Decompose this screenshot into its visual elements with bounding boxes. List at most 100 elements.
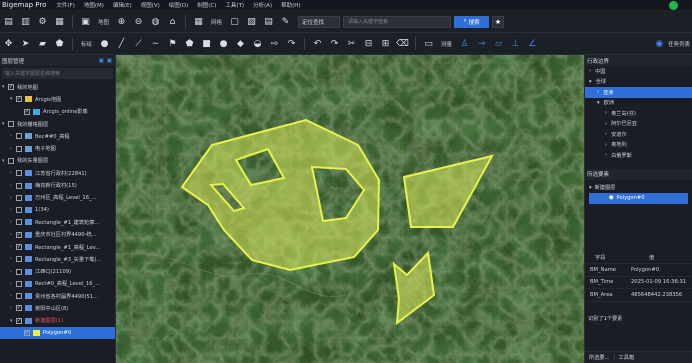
panel-pin-icon[interactable]: ▣ xyxy=(99,58,104,64)
curved-arrow-icon[interactable]: ↷ xyxy=(286,38,297,49)
region-item[interactable]: › 阿尔巴尼亚 xyxy=(585,119,692,130)
layer-checkbox[interactable]: ✓ xyxy=(16,244,22,250)
line-icon[interactable]: ╱ xyxy=(116,38,127,49)
layer-item[interactable]: › 万州区_高程_Level_16_... xyxy=(0,192,115,204)
delete-icon[interactable]: ⌫ xyxy=(396,38,409,49)
feature-layer-row[interactable]: ▾ 新建图层 xyxy=(585,183,692,194)
layer-checkbox[interactable] xyxy=(8,157,14,164)
layer-checkbox[interactable] xyxy=(16,170,22,177)
chevron-right-icon[interactable]: › xyxy=(605,142,607,148)
map-view[interactable] xyxy=(116,55,584,363)
select-icon[interactable]: ▰ xyxy=(37,38,48,49)
layer-checkbox[interactable] xyxy=(16,145,22,152)
layer-checkbox[interactable] xyxy=(16,256,22,263)
menu-analysis[interactable]: 分析(A) xyxy=(253,1,272,9)
height-icon[interactable]: ⊥ xyxy=(510,38,521,49)
polyline-icon[interactable]: ⟋ xyxy=(133,38,144,49)
marker-icon[interactable]: ● xyxy=(99,38,110,49)
region-item[interactable]: ▾ 欧洲 xyxy=(585,98,692,109)
layers-icon[interactable]: ▣ xyxy=(80,16,91,27)
layer-item[interactable]: ▾ 我的矢量图层 xyxy=(0,155,115,167)
menu-edit[interactable]: 编辑(E) xyxy=(113,1,132,9)
locate-select[interactable]: 定位查找 xyxy=(298,15,341,28)
chevron-right-icon[interactable]: › xyxy=(597,89,599,95)
flag-icon[interactable]: ⚑ xyxy=(167,38,178,49)
status-dot-icon[interactable] xyxy=(669,1,678,10)
undo-icon[interactable]: ↶ xyxy=(312,38,323,49)
feature-row[interactable]: ⬟ Polygon#0 xyxy=(589,193,688,204)
expand-icon[interactable]: ▾ xyxy=(597,100,600,106)
circle-icon[interactable]: ● xyxy=(218,38,229,49)
brush-icon[interactable]: ✎ xyxy=(280,16,291,27)
cut-icon[interactable]: ✂ xyxy=(346,38,357,49)
rectangle-icon[interactable]: ■ xyxy=(201,38,212,49)
favorite-star-icon[interactable]: ★ xyxy=(492,15,505,28)
layer-item[interactable]: ▾ ✓ Arcgis地图 xyxy=(0,93,115,105)
layer-item[interactable]: ▾ ✓ 新建图层(1) xyxy=(0,315,115,327)
search-input[interactable]: 请输入关键字检索 xyxy=(343,15,452,28)
zoom-in-icon[interactable]: ⊕ xyxy=(116,16,127,27)
chevron-right-icon[interactable]: › xyxy=(589,68,591,74)
layer-item[interactable]: › ✓ 荥阳中山区(8) xyxy=(0,302,115,314)
polygon-icon[interactable]: ⬟ xyxy=(184,38,195,49)
measure-tool-icon[interactable]: ▭ xyxy=(423,38,434,49)
layer-search-input[interactable]: 输入关键字图层名称搜索 xyxy=(2,68,113,79)
layer-checkbox[interactable] xyxy=(16,280,22,287)
home-icon[interactable]: ⌂ xyxy=(167,16,178,27)
search-button[interactable]: ⌕ 搜索 xyxy=(454,15,490,28)
layer-checkbox[interactable]: ✓ xyxy=(16,96,22,103)
region-item[interactable]: ▾ 全球 xyxy=(585,77,692,88)
region-item[interactable]: › 中国 xyxy=(585,66,692,77)
layer-item[interactable]: › 江苏省行政村(22841) xyxy=(0,167,115,179)
attr-value[interactable]: 485648442.238356 xyxy=(631,292,682,298)
area-icon[interactable]: ▱ xyxy=(493,38,504,49)
layer-checkbox[interactable] xyxy=(16,293,22,300)
layer-checkbox[interactable]: ✓ xyxy=(8,84,14,91)
merge-icon[interactable]: ⊞ xyxy=(380,38,391,49)
layer-item[interactable]: › Rectangle_#1_建筑轮廓... xyxy=(0,216,115,228)
layer-checkbox[interactable] xyxy=(16,219,22,226)
layer-checkbox[interactable] xyxy=(8,121,14,128)
tab-toolbox[interactable]: 工具箱 xyxy=(613,354,639,361)
zoom-out-icon[interactable]: ⊖ xyxy=(133,16,144,27)
attr-value[interactable]: 2025-01-09 16:36:31 xyxy=(631,279,686,285)
layer-checkbox[interactable] xyxy=(16,133,22,140)
layer-item[interactable]: › 江西CJ(21109) xyxy=(0,265,115,277)
menu-view[interactable]: 视图(V) xyxy=(141,1,160,9)
select-area-icon[interactable]: ⬟ xyxy=(54,38,65,49)
layer-item[interactable]: ▾ 我的栅格图层 xyxy=(0,118,115,130)
menu-cartography[interactable]: 制图(C) xyxy=(197,1,216,9)
layer-checkbox[interactable]: ✓ xyxy=(24,108,30,115)
tab-selected-features[interactable]: 所选要... xyxy=(585,354,614,361)
grid-icon[interactable]: ▦ xyxy=(54,16,65,27)
layer-checkbox[interactable] xyxy=(16,268,22,275)
panel-close-icon[interactable]: ▣ xyxy=(107,58,112,64)
layer-item[interactable]: › Bec##0_高程 xyxy=(0,130,115,142)
layer-checkbox[interactable] xyxy=(16,194,22,201)
layer-item[interactable]: › Rect#0_高程_Level_16_... xyxy=(0,278,115,290)
folder-icon[interactable]: ▤ xyxy=(3,16,14,27)
layer-item[interactable]: › ✓ 重庆市社区村界4490-统... xyxy=(0,229,115,241)
doc-icon[interactable]: ▤ xyxy=(263,16,274,27)
region-item[interactable]: › 白俄罗斯 xyxy=(585,150,692,161)
gear-icon[interactable]: ⚙ xyxy=(37,16,48,27)
chevron-right-icon[interactable]: › xyxy=(605,152,607,158)
layer-checkbox[interactable]: ✓ xyxy=(16,231,22,238)
pointer-icon[interactable]: ➤ xyxy=(20,38,31,49)
layer-item[interactable]: › Rectangle_#3_矢量下载(... xyxy=(0,253,115,265)
layer-checkbox[interactable]: ✓ xyxy=(16,305,22,312)
menu-help[interactable]: 帮助(H) xyxy=(281,1,300,9)
layer-checkbox[interactable]: ✓ xyxy=(24,330,30,337)
layer-item[interactable]: › 梅花新行政村(15) xyxy=(0,179,115,191)
chevron-right-icon[interactable]: › xyxy=(605,110,607,116)
menu-draw[interactable]: 绘图(D) xyxy=(169,1,189,9)
tasks-button[interactable]: ◉ 任务列表 xyxy=(651,38,690,49)
layer-item[interactable]: › 贵州省各村届界4490(51... xyxy=(0,290,115,302)
save-icon[interactable]: ▥ xyxy=(20,16,31,27)
chevron-right-icon[interactable]: › xyxy=(605,131,607,137)
distance-icon[interactable]: ⊸ xyxy=(476,38,487,49)
menu-map[interactable]: 地图(M) xyxy=(84,1,104,9)
layer-item[interactable]: ▾ ✓ 我的地图 xyxy=(0,81,115,93)
chevron-right-icon[interactable]: › xyxy=(605,121,607,127)
menu-file[interactable]: 文件(F) xyxy=(56,1,74,9)
